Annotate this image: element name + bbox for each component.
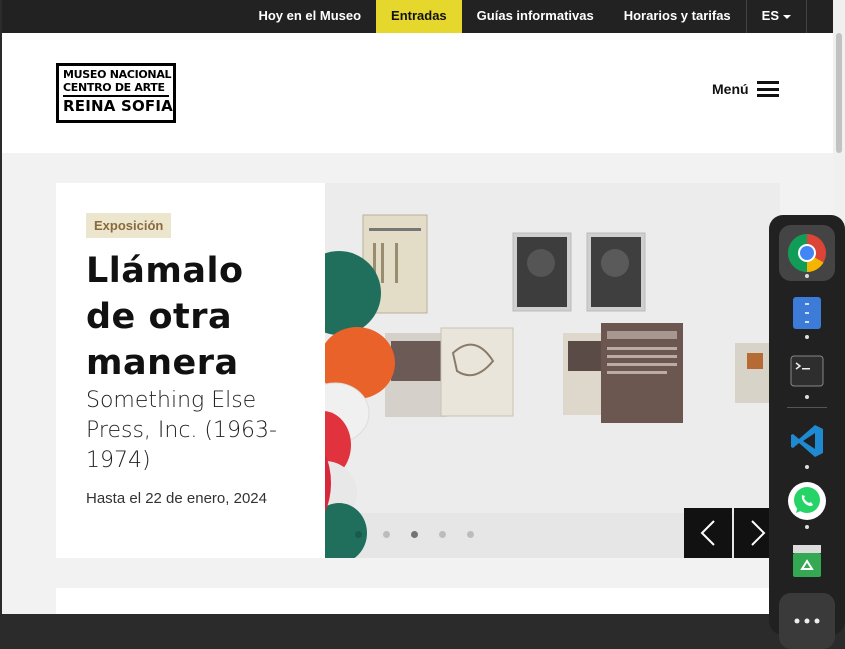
- running-indicator: [805, 465, 809, 469]
- caret-down-icon: [783, 14, 791, 19]
- chevron-right-icon: [751, 520, 766, 546]
- browser-page: Hoy en el Museo Entradas Guías informati…: [2, 0, 833, 614]
- dock-separator: [787, 407, 827, 408]
- nav-entradas[interactable]: Entradas: [376, 0, 462, 33]
- scrollbar-thumb[interactable]: [836, 33, 842, 153]
- whatsapp-icon[interactable]: [779, 473, 835, 529]
- exhibition-subtitle: Something Else Press, Inc. (1963-1974): [86, 388, 277, 473]
- slide-dot-5[interactable]: [467, 531, 474, 538]
- chrome-icon[interactable]: [779, 225, 835, 281]
- nav-hoy-en-el-museo[interactable]: Hoy en el Museo: [243, 0, 376, 33]
- top-utility-bar: Hoy en el Museo Entradas Guías informati…: [2, 0, 833, 33]
- terminal-icon[interactable]: [779, 343, 835, 399]
- next-section: [56, 588, 780, 614]
- running-indicator: [805, 395, 809, 399]
- exhibition-date: Hasta el 22 de enero, 2024: [86, 490, 267, 507]
- featured-exhibition-slider: Exposición Llámalo de otra manera Someth…: [56, 183, 782, 558]
- chevron-left-icon: [700, 520, 715, 546]
- files-icon[interactable]: [779, 285, 835, 341]
- hamburger-icon: [756, 81, 779, 97]
- slide-dot-1[interactable]: [355, 531, 362, 538]
- slide-dot-4[interactable]: [439, 531, 446, 538]
- exhibition-photo[interactable]: [325, 183, 780, 558]
- language-label: ES: [761, 8, 779, 23]
- running-indicator: [805, 274, 809, 278]
- site-header: MUSEO NACIONAL CENTRO DE ARTE REINA SOFI…: [2, 33, 833, 153]
- trash-icon[interactable]: [779, 533, 835, 589]
- app-dock: [769, 215, 845, 649]
- previous-slide-button[interactable]: [684, 508, 732, 558]
- menu-label: Menú: [712, 81, 749, 97]
- top-nav: Hoy en el Museo Entradas Guías informati…: [243, 0, 807, 33]
- logo-line-3: REINA SOFIA: [63, 95, 173, 115]
- app-grid-icon[interactable]: [779, 593, 835, 649]
- exhibition-title[interactable]: Llámalo de otra manera: [86, 248, 295, 386]
- slide-dot-3[interactable]: [411, 531, 418, 538]
- language-selector[interactable]: ES: [745, 0, 807, 33]
- category-badge: Exposición: [86, 213, 172, 238]
- slide-dot-2[interactable]: [383, 531, 390, 538]
- vscode-icon[interactable]: [779, 413, 835, 469]
- logo-line-1: MUSEO NACIONAL: [63, 68, 172, 81]
- running-indicator: [805, 525, 809, 529]
- gallery-wall-image: [325, 183, 780, 558]
- slide-indicators: [355, 531, 474, 538]
- museum-logo[interactable]: MUSEO NACIONAL CENTRO DE ARTE REINA SOFI…: [56, 63, 176, 123]
- nav-guias-informativas[interactable]: Guías informativas: [462, 0, 609, 33]
- nav-horarios-y-tarifas[interactable]: Horarios y tarifas: [609, 0, 746, 33]
- logo-line-2: CENTRO DE ARTE: [63, 81, 165, 94]
- exhibition-card[interactable]: Exposición Llámalo de otra manera Someth…: [56, 183, 325, 558]
- running-indicator: [805, 335, 809, 339]
- menu-button[interactable]: Menú: [712, 81, 779, 97]
